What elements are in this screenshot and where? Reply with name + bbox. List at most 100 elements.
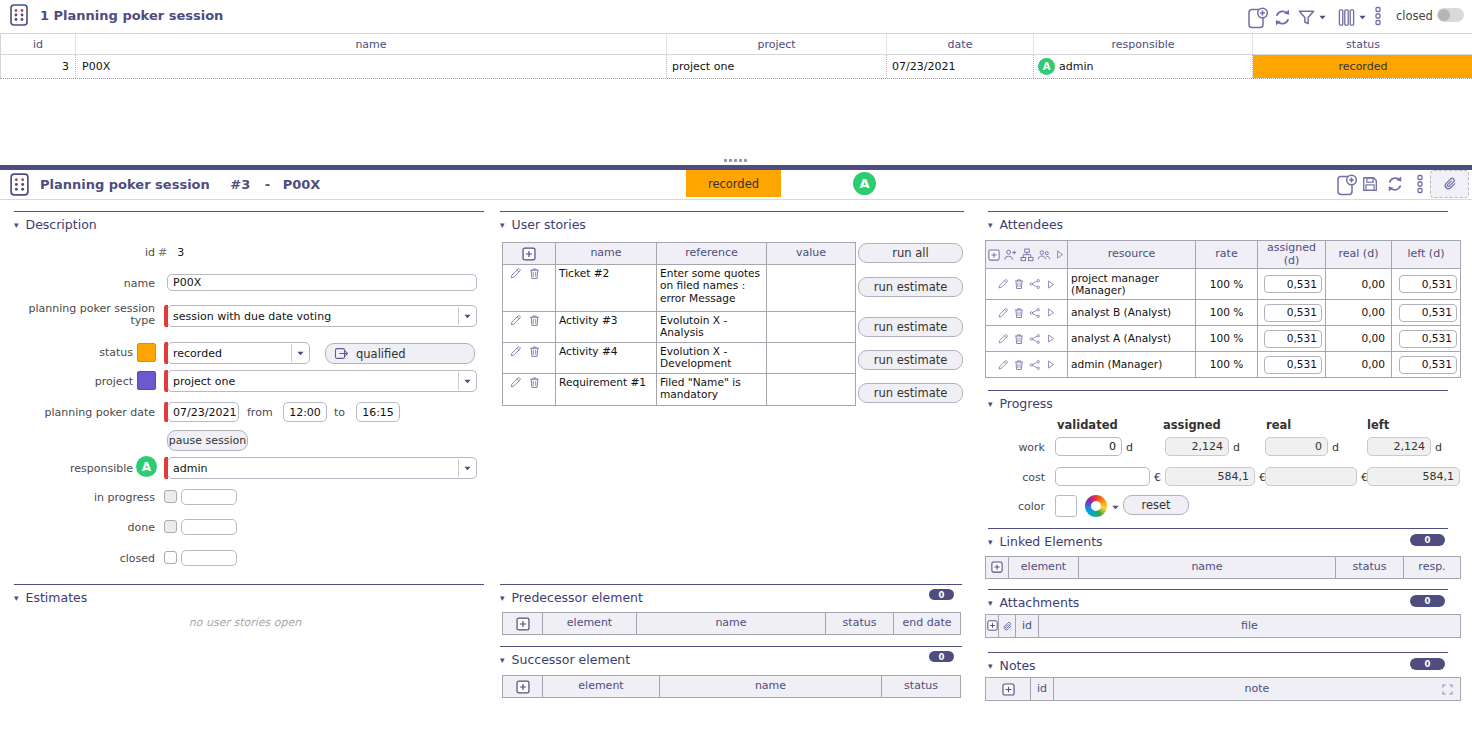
attendee-row[interactable]: analyst B (Analyst) 100 % 0,531 0,00 0,5… xyxy=(986,300,1461,326)
responsible-select[interactable]: admin xyxy=(167,457,477,479)
delete-icon[interactable] xyxy=(1013,333,1025,345)
notes-expand-icon[interactable] xyxy=(1441,683,1454,696)
save-icon[interactable] xyxy=(1361,175,1379,193)
detail-more-icon[interactable] xyxy=(1416,174,1424,194)
project-select[interactable]: project one xyxy=(167,370,477,392)
attendee-row[interactable]: admin (Manager) 100 % 0,531 0,00 0,531 xyxy=(986,352,1461,378)
predecessor-section-title[interactable]: ▾Predecessor element xyxy=(500,590,643,605)
user-story-row[interactable]: Activity #4 Evolution X - Development xyxy=(503,343,856,374)
delete-icon[interactable] xyxy=(528,314,541,327)
progress-section-title[interactable]: ▾Progress xyxy=(988,396,1053,411)
edit-icon[interactable] xyxy=(997,359,1009,371)
assigned-input[interactable]: 0,531 xyxy=(1264,356,1322,374)
edit-icon[interactable] xyxy=(509,314,522,327)
add-successor-icon[interactable] xyxy=(516,680,530,694)
closed-date-input[interactable] xyxy=(181,550,237,566)
user-story-row[interactable]: Ticket #2 Enter some quotes on filed nam… xyxy=(503,265,856,312)
run-estimate-button[interactable]: run estimate xyxy=(858,383,963,403)
estimates-section-title[interactable]: ▾Estimates xyxy=(14,590,87,605)
to-input[interactable]: 16:15 xyxy=(356,402,400,422)
refresh-icon[interactable] xyxy=(1273,8,1292,27)
from-input[interactable]: 12:00 xyxy=(283,402,327,422)
left-input[interactable]: 0,531 xyxy=(1399,330,1457,348)
attendee-row[interactable]: project manager (Manager) 100 % 0,531 0,… xyxy=(986,269,1461,300)
share-icon[interactable] xyxy=(1029,359,1041,371)
color-caret-icon[interactable] xyxy=(1111,503,1120,512)
play-all-icon[interactable] xyxy=(1054,249,1065,260)
inprogress-date-input[interactable] xyxy=(181,489,237,505)
columns-icon[interactable] xyxy=(1337,8,1356,27)
closed-toggle[interactable] xyxy=(1437,8,1464,22)
edit-icon[interactable] xyxy=(509,267,522,280)
edit-icon[interactable] xyxy=(509,345,522,358)
play-icon[interactable] xyxy=(1045,279,1056,290)
attachments-section-title[interactable]: ▾Attachments xyxy=(988,595,1079,610)
add-attachment-icon[interactable] xyxy=(987,620,998,631)
list-col-date[interactable]: date xyxy=(887,34,1034,54)
team-icon[interactable] xyxy=(1037,248,1051,262)
detail-refresh-icon[interactable] xyxy=(1386,175,1404,193)
columns-caret-icon[interactable] xyxy=(1358,13,1367,22)
attendee-row[interactable]: analyst A (Analyst) 100 % 0,531 0,00 0,5… xyxy=(986,326,1461,352)
user-story-row[interactable]: Activity #3 Evolutoin X - Analysis xyxy=(503,312,856,343)
run-estimate-button[interactable]: run estimate xyxy=(858,317,963,337)
pause-session-button[interactable]: pause session xyxy=(167,430,248,451)
list-col-status[interactable]: status xyxy=(1253,34,1472,54)
filter-icon[interactable] xyxy=(1297,8,1316,27)
attachment-drop-zone[interactable] xyxy=(1430,170,1469,198)
edit-icon[interactable] xyxy=(997,278,1009,290)
successor-section-title[interactable]: ▾Successor element xyxy=(500,652,630,667)
org-icon[interactable] xyxy=(1020,248,1034,262)
list-col-responsible[interactable]: responsible xyxy=(1034,34,1253,54)
delete-icon[interactable] xyxy=(528,345,541,358)
left-input[interactable]: 0,531 xyxy=(1399,356,1457,374)
play-icon[interactable] xyxy=(1045,307,1056,318)
edit-icon[interactable] xyxy=(997,307,1009,319)
delete-icon[interactable] xyxy=(1013,307,1025,319)
date-input[interactable]: 07/23/2021 xyxy=(167,402,239,422)
delete-icon[interactable] xyxy=(1013,278,1025,290)
done-date-input[interactable] xyxy=(181,519,237,535)
edit-icon[interactable] xyxy=(997,333,1009,345)
done-checkbox[interactable] xyxy=(164,520,177,533)
add-resource-icon[interactable] xyxy=(1003,248,1017,262)
add-attendee-icon[interactable] xyxy=(988,249,1000,261)
delete-icon[interactable] xyxy=(528,267,541,280)
list-col-name[interactable]: name xyxy=(76,34,667,54)
delete-icon[interactable] xyxy=(528,376,541,389)
add-predecessor-icon[interactable] xyxy=(516,617,530,631)
color-swatch[interactable] xyxy=(1055,495,1077,517)
run-all-button[interactable]: run all xyxy=(858,243,963,263)
list-col-project[interactable]: project xyxy=(667,34,887,54)
color-wheel-icon[interactable] xyxy=(1085,495,1107,517)
user-story-row[interactable]: Requirement #1 Filed "Name" is mandatory xyxy=(503,374,856,406)
play-icon[interactable] xyxy=(1045,359,1056,370)
splitter-grip[interactable] xyxy=(724,159,750,163)
share-icon[interactable] xyxy=(1029,333,1041,345)
add-linked-icon[interactable] xyxy=(991,561,1003,573)
qualified-button[interactable]: qualified xyxy=(325,343,475,364)
assigned-input[interactable]: 0,531 xyxy=(1264,330,1322,348)
filter-caret-icon[interactable] xyxy=(1318,13,1327,22)
closed-checkbox[interactable] xyxy=(164,551,177,564)
reset-button[interactable]: reset xyxy=(1123,495,1189,515)
add-user-story-icon[interactable] xyxy=(522,247,536,261)
user-stories-section-title[interactable]: ▾User stories xyxy=(500,217,586,232)
delete-icon[interactable] xyxy=(1013,359,1025,371)
status-select[interactable]: recorded xyxy=(167,342,310,364)
share-icon[interactable] xyxy=(1029,307,1041,319)
attendees-section-title[interactable]: ▾Attendees xyxy=(988,217,1063,232)
linked-section-title[interactable]: ▾Linked Elements xyxy=(988,534,1103,549)
play-icon[interactable] xyxy=(1045,333,1056,344)
detail-new-icon[interactable] xyxy=(1337,174,1357,196)
list-row[interactable]: 3 P00X project one 07/23/2021 A admin re… xyxy=(0,55,1472,79)
run-estimate-button[interactable]: run estimate xyxy=(858,277,963,297)
edit-icon[interactable] xyxy=(509,376,522,389)
name-input[interactable]: P00X xyxy=(167,274,477,291)
run-estimate-button[interactable]: run estimate xyxy=(858,350,963,370)
add-note-icon[interactable] xyxy=(1002,683,1015,696)
type-select[interactable]: session with due date voting xyxy=(167,305,477,327)
cost-validated-input[interactable] xyxy=(1055,467,1150,486)
list-col-id[interactable]: id xyxy=(1,34,76,54)
work-validated-input[interactable]: 0 xyxy=(1055,437,1122,456)
